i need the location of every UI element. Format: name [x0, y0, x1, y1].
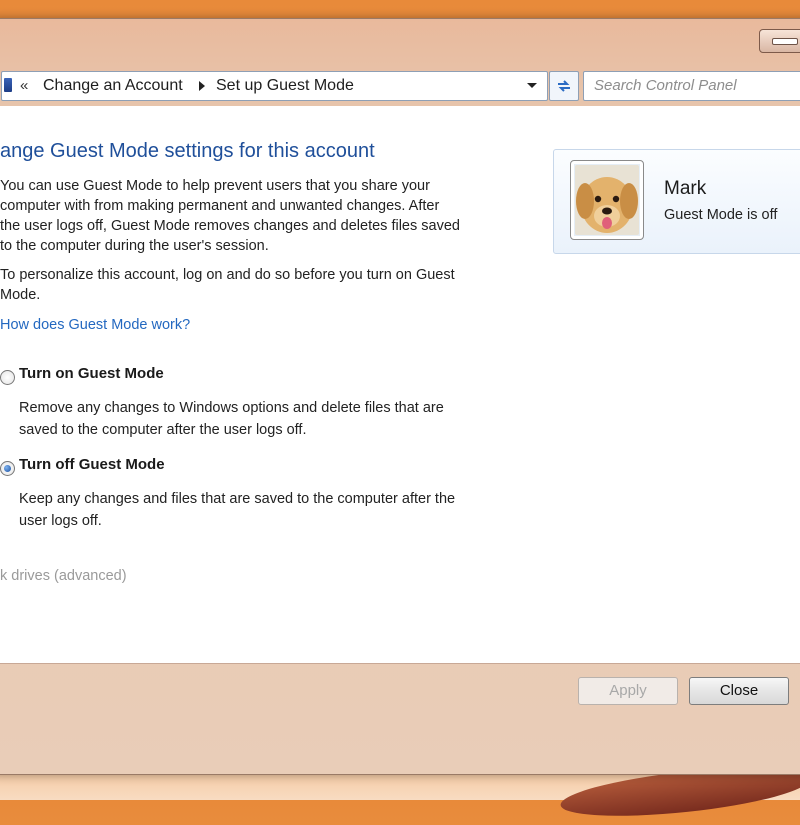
- description-line: saved to the computer after the user log…: [19, 422, 307, 438]
- guest-mode-status: Guest Mode is off: [664, 207, 778, 223]
- footer-divider: [0, 663, 800, 664]
- dog-avatar-icon: [575, 165, 639, 235]
- turn-on-label[interactable]: Turn on Guest Mode: [19, 365, 164, 382]
- turn-off-label[interactable]: Turn off Guest Mode: [19, 456, 165, 473]
- close-button[interactable]: Close: [689, 677, 789, 705]
- intro-line: computer with from making permanent and …: [0, 198, 440, 214]
- account-card: Mark Guest Mode is off: [553, 149, 800, 254]
- turn-off-description: Keep any changes and files that are save…: [19, 488, 519, 532]
- personalize-line: To personalize this account, log on and …: [0, 267, 455, 283]
- account-name: Mark: [664, 178, 707, 199]
- avatar: [570, 160, 644, 240]
- intro-text: You can use Guest Mode to help prevent u…: [0, 176, 515, 256]
- breadcrumb[interactable]: « Change an Account Set up Guest Mode: [1, 71, 548, 101]
- description-line: Keep any changes and files that are save…: [19, 491, 456, 507]
- breadcrumb-arrow-icon[interactable]: [199, 81, 205, 91]
- intro-line: You can use Guest Mode to help prevent u…: [0, 178, 430, 194]
- refresh-icon: [558, 80, 570, 92]
- personalize-text: To personalize this account, log on and …: [0, 265, 515, 305]
- refresh-button[interactable]: [549, 71, 579, 101]
- advanced-drives-link[interactable]: k drives (advanced): [0, 568, 127, 584]
- description-line: user logs off.: [19, 513, 102, 529]
- title-bar[interactable]: [0, 19, 800, 67]
- address-dropdown-icon[interactable]: [527, 83, 537, 88]
- turn-off-radio[interactable]: [0, 461, 15, 476]
- control-panel-icon: [4, 78, 12, 92]
- address-bar: « Change an Account Set up Guest Mode Se…: [1, 71, 800, 101]
- description-line: Remove any changes to Windows options an…: [19, 400, 444, 416]
- apply-button[interactable]: Apply: [578, 677, 678, 705]
- search-placeholder: Search Control Panel: [594, 77, 737, 94]
- breadcrumb-change-an-account[interactable]: Change an Account: [43, 77, 183, 95]
- guest-mode-help-link[interactable]: How does Guest Mode work?: [0, 317, 190, 333]
- page-title: ange Guest Mode settings for this accoun…: [0, 140, 375, 162]
- close-window-button[interactable]: [759, 29, 800, 53]
- intro-line: to the computer during the user's sessio…: [0, 238, 269, 254]
- turn-on-description: Remove any changes to Windows options an…: [19, 397, 519, 441]
- main-content: ange Guest Mode settings for this accoun…: [0, 106, 800, 664]
- window-control-icon: [772, 38, 798, 45]
- personalize-line: Mode.: [0, 287, 41, 303]
- intro-line: the user logs off, Guest Mode removes ch…: [0, 218, 460, 234]
- search-input[interactable]: Search Control Panel: [583, 71, 800, 101]
- turn-on-radio[interactable]: [0, 370, 15, 385]
- breadcrumb-set-up-guest-mode[interactable]: Set up Guest Mode: [216, 77, 354, 95]
- breadcrumb-overflow-icon[interactable]: «: [20, 77, 28, 94]
